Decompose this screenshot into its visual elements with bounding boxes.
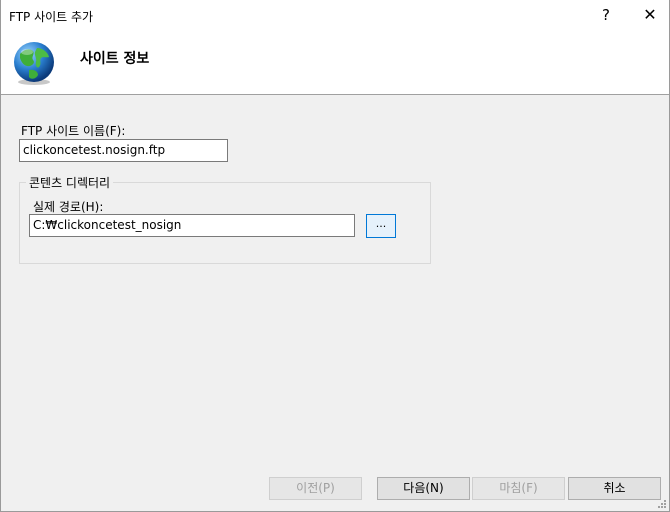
add-ftp-site-dialog: FTP 사이트 추가 ? ✕ 사이트 정보 FTP 사이트 이름(F): cli… [0, 0, 670, 512]
cancel-button[interactable]: 취소 [568, 477, 661, 500]
close-button[interactable]: ✕ [635, 4, 665, 26]
physical-path-label: 실제 경로(H): [33, 200, 104, 214]
next-button[interactable]: 다음(N) [377, 477, 470, 500]
page-title: 사이트 정보 [80, 51, 150, 67]
finish-button[interactable]: 마침(F) [472, 477, 565, 500]
window-title: FTP 사이트 추가 [9, 10, 94, 24]
title-bar: FTP 사이트 추가 ? ✕ [1, 0, 669, 30]
content-directory-title: 콘텐츠 디렉터리 [26, 174, 114, 191]
help-button[interactable]: ? [591, 4, 621, 26]
wizard-header: 사이트 정보 [1, 30, 669, 95]
physical-path-input[interactable]: C:₩clickoncetest_nosign [29, 214, 355, 237]
previous-button[interactable]: 이전(P) [269, 477, 362, 500]
browse-button[interactable]: ... [366, 214, 396, 238]
globe-icon [14, 42, 54, 85]
site-name-input[interactable]: clickoncetest.nosign.ftp [19, 139, 228, 162]
site-name-label: FTP 사이트 이름(F): [21, 124, 126, 138]
resize-grip-icon[interactable] [655, 497, 667, 509]
